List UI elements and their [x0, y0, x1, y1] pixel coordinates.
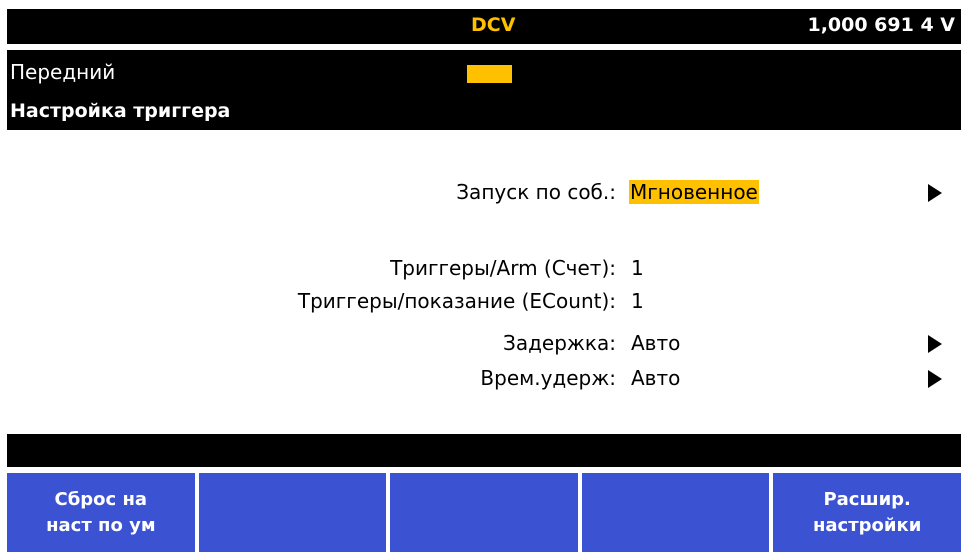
softkey-advanced-settings[interactable]: Расшир. настройки: [773, 473, 961, 552]
terminal-indicator: [467, 65, 512, 83]
softkey-label-line1: Сброс на: [54, 488, 148, 510]
hold-time-value[interactable]: Авто: [631, 366, 680, 390]
measurement-reading: 1,000 691 4 V: [807, 14, 955, 36]
delay-label: Задержка:: [503, 331, 616, 355]
delay-arrow-icon[interactable]: [928, 335, 942, 353]
softkey-4[interactable]: [581, 473, 770, 552]
trigger-source-label: Запуск по соб.:: [456, 180, 616, 204]
softkey-bar: Сброс на наст по ум Расшир. настройки: [7, 473, 961, 552]
softkey-label-line1: Расшир.: [823, 488, 911, 510]
measurement-mode: DCV: [471, 14, 516, 36]
trigger-source-arrow-icon[interactable]: [928, 184, 942, 202]
softkey-label-line2: наст по ум: [46, 514, 156, 536]
terminal-label: Передний: [10, 60, 116, 84]
delay-value[interactable]: Авто: [631, 331, 680, 355]
trigger-source-value[interactable]: Мгновенное: [629, 180, 759, 204]
softkey-reset-defaults[interactable]: Сброс на наст по ум: [7, 473, 195, 552]
softkey-2[interactable]: [198, 473, 387, 552]
triggers-per-reading-label: Триггеры/показание (ECount):: [297, 289, 616, 313]
page-title: Настройка триггера: [10, 100, 231, 122]
triggers-per-arm-value[interactable]: 1: [631, 256, 644, 280]
triggers-per-arm-label: Триггеры/Arm (Счет):: [390, 256, 616, 280]
message-bar: [7, 434, 961, 467]
softkey-label-line2: настройки: [812, 514, 922, 536]
hold-time-label: Врем.удерж:: [480, 366, 616, 390]
softkey-3[interactable]: [390, 473, 578, 552]
hold-time-arrow-icon[interactable]: [928, 370, 942, 388]
triggers-per-reading-value[interactable]: 1: [631, 289, 644, 313]
instrument-screen: DCV 1,000 691 4 V Передний Настройка три…: [0, 0, 961, 552]
